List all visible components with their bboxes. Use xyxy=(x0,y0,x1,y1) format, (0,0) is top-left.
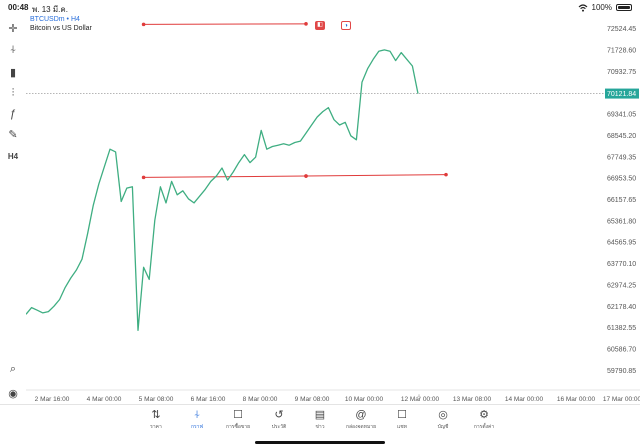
nav-chart-label: กราฟ xyxy=(190,424,204,430)
nav-settings[interactable]: ⚙ การตั้งค่า xyxy=(462,408,506,431)
objects-icon[interactable]: ✎ xyxy=(5,126,21,142)
indicators-icon[interactable]: ▮ xyxy=(5,64,21,80)
nav-news-label: ข่าว xyxy=(315,424,325,430)
nav-trade[interactable]: ☐ การซื้อขาย xyxy=(216,408,260,431)
battery-percent: 100% xyxy=(591,3,612,12)
trendline-anchor[interactable] xyxy=(141,175,146,180)
nav-mailbox-label: กล่องจดหมาย xyxy=(345,424,377,430)
x-tick-label: 9 Mar 08:00 xyxy=(295,396,330,403)
y-tick-label: 69341.05 xyxy=(607,112,636,119)
y-tick-label: 60586.70 xyxy=(607,347,636,354)
y-tick-label: 72524.45 xyxy=(607,26,636,33)
x-tick-label: 6 Mar 16:00 xyxy=(191,396,226,403)
status-time: 00:48 xyxy=(8,3,29,12)
nav-quotes-label: ราคา xyxy=(150,424,162,430)
nav-news-icon: ▤ xyxy=(314,409,326,421)
trendline-anchor[interactable] xyxy=(304,174,308,178)
price-series-line xyxy=(25,49,419,332)
x-tick-label: 10 Mar 00:00 xyxy=(345,396,384,403)
y-tick-label: 71728.60 xyxy=(607,47,636,54)
chart-header: BTCUSDm • H4 Bitcoin vs US Dollar xyxy=(30,15,92,33)
trendline[interactable] xyxy=(143,23,307,25)
nav-accounts-label: บัญชี xyxy=(437,424,449,430)
nav-quotes[interactable]: ⇅ ราคา xyxy=(134,408,178,431)
nav-trade-label: การซื้อขาย xyxy=(225,424,251,430)
y-tick-label: 66157.65 xyxy=(607,197,636,204)
status-indicators: 100% xyxy=(578,3,632,12)
scroll-marker-icon: ▵ xyxy=(417,393,420,399)
timeframe-label[interactable]: H4 xyxy=(5,148,21,164)
nav-settings-icon: ⚙ xyxy=(479,409,489,421)
trendline-anchor[interactable] xyxy=(304,22,308,26)
x-tick-label: 13 Mar 08:00 xyxy=(453,396,492,403)
nav-trade-icon: ☐ xyxy=(233,409,243,421)
bottom-nav: ⇅ ราคา ⍭ กราฟ ☐ การซื้อขาย ↺ ประวัติ ▤ ข่าว @ กล่อง… xyxy=(0,404,640,441)
trendline-anchor[interactable] xyxy=(141,22,146,27)
y-tick-label: 62178.40 xyxy=(607,304,636,311)
y-tick-label: 65361.80 xyxy=(607,218,636,225)
sell-trade-icon[interactable]: ◧ xyxy=(315,21,325,30)
y-tick-label: 70932.75 xyxy=(607,69,636,76)
price-chart[interactable]: 72524.45 71728.60 70932.75 70121.84 69341.05… xyxy=(25,14,640,404)
trendline[interactable] xyxy=(143,175,307,178)
y-tick-label: 61382.55 xyxy=(607,325,636,332)
x-tick-label: 17 Mar 00:00 xyxy=(603,396,640,403)
crosshair-icon[interactable]: ✛ xyxy=(5,20,21,36)
battery-icon xyxy=(616,4,632,11)
y-tick-label: 67749.35 xyxy=(607,154,636,161)
function-icon[interactable]: ƒ xyxy=(5,106,21,122)
symbol-label[interactable]: BTCUSDm • H4 xyxy=(30,15,92,24)
trendline-anchor[interactable] xyxy=(444,172,448,177)
x-tick-label: 16 Mar 00:00 xyxy=(557,396,596,403)
nav-chat[interactable]: ☐ แชท xyxy=(380,408,424,431)
x-tick-label: 2 Mar 16:00 xyxy=(35,396,70,403)
y-tick-label: 59790.85 xyxy=(607,368,636,375)
nav-news[interactable]: ▤ ข่าว xyxy=(298,408,342,431)
buy-trade-icon[interactable]: ◑ xyxy=(341,21,351,30)
left-toolbar: ✛ ⍭ ▮ ⫶ ƒ ✎ H4 ⌕ ◉ xyxy=(0,14,26,404)
trendline[interactable] xyxy=(305,174,447,177)
wifi-icon xyxy=(578,3,587,12)
nav-quotes-icon: ⇅ xyxy=(151,409,161,421)
settings-sliders-icon[interactable]: ⫶ xyxy=(5,85,21,101)
nav-history-label: ประวัติ xyxy=(271,424,287,430)
y-tick-label: 68545.20 xyxy=(607,133,636,140)
chart-area[interactable]: 72524.45 71728.60 70932.75 70121.84 69341.05… xyxy=(25,14,640,404)
nav-chart[interactable]: ⍭ กราฟ xyxy=(175,408,219,431)
nav-settings-label: การตั้งค่า xyxy=(473,424,495,430)
search-chart-icon[interactable]: ⌕ xyxy=(5,361,21,377)
nav-mailbox-icon: @ xyxy=(355,409,367,421)
nav-chart-icon: ⍭ xyxy=(193,409,201,421)
y-tick-label: 64565.95 xyxy=(607,240,636,247)
nav-mailbox[interactable]: @ กล่องจดหมาย xyxy=(339,408,383,431)
nav-chat-label: แชท xyxy=(397,424,407,430)
x-tick-label: 4 Mar 00:00 xyxy=(87,396,122,403)
y-tick-label: 62974.25 xyxy=(607,282,636,289)
candles-icon[interactable]: ⍭ xyxy=(5,42,21,58)
x-tick-label: 5 Mar 08:00 xyxy=(139,396,174,403)
nav-history[interactable]: ↺ ประวัติ xyxy=(257,408,301,431)
y-tick-label: 63770.10 xyxy=(607,261,636,268)
x-tick-label: 14 Mar 00:00 xyxy=(505,396,544,403)
app-logo-icon[interactable]: ◉ xyxy=(5,385,21,401)
nav-history-icon: ↺ xyxy=(274,409,284,421)
nav-accounts[interactable]: ◎ บัญชี xyxy=(421,408,465,431)
nav-chat-icon: ☐ xyxy=(397,409,407,421)
home-indicator xyxy=(255,441,385,444)
symbol-description: Bitcoin vs US Dollar xyxy=(30,25,92,32)
status-bar: 00:48 พ. 13 มี.ค. 100% xyxy=(0,0,640,14)
current-price-label: 70121.84 xyxy=(607,91,636,98)
nav-accounts-icon: ◎ xyxy=(438,409,448,421)
y-tick-label: 66953.50 xyxy=(607,176,636,183)
x-tick-label: 8 Mar 00:00 xyxy=(243,396,278,403)
